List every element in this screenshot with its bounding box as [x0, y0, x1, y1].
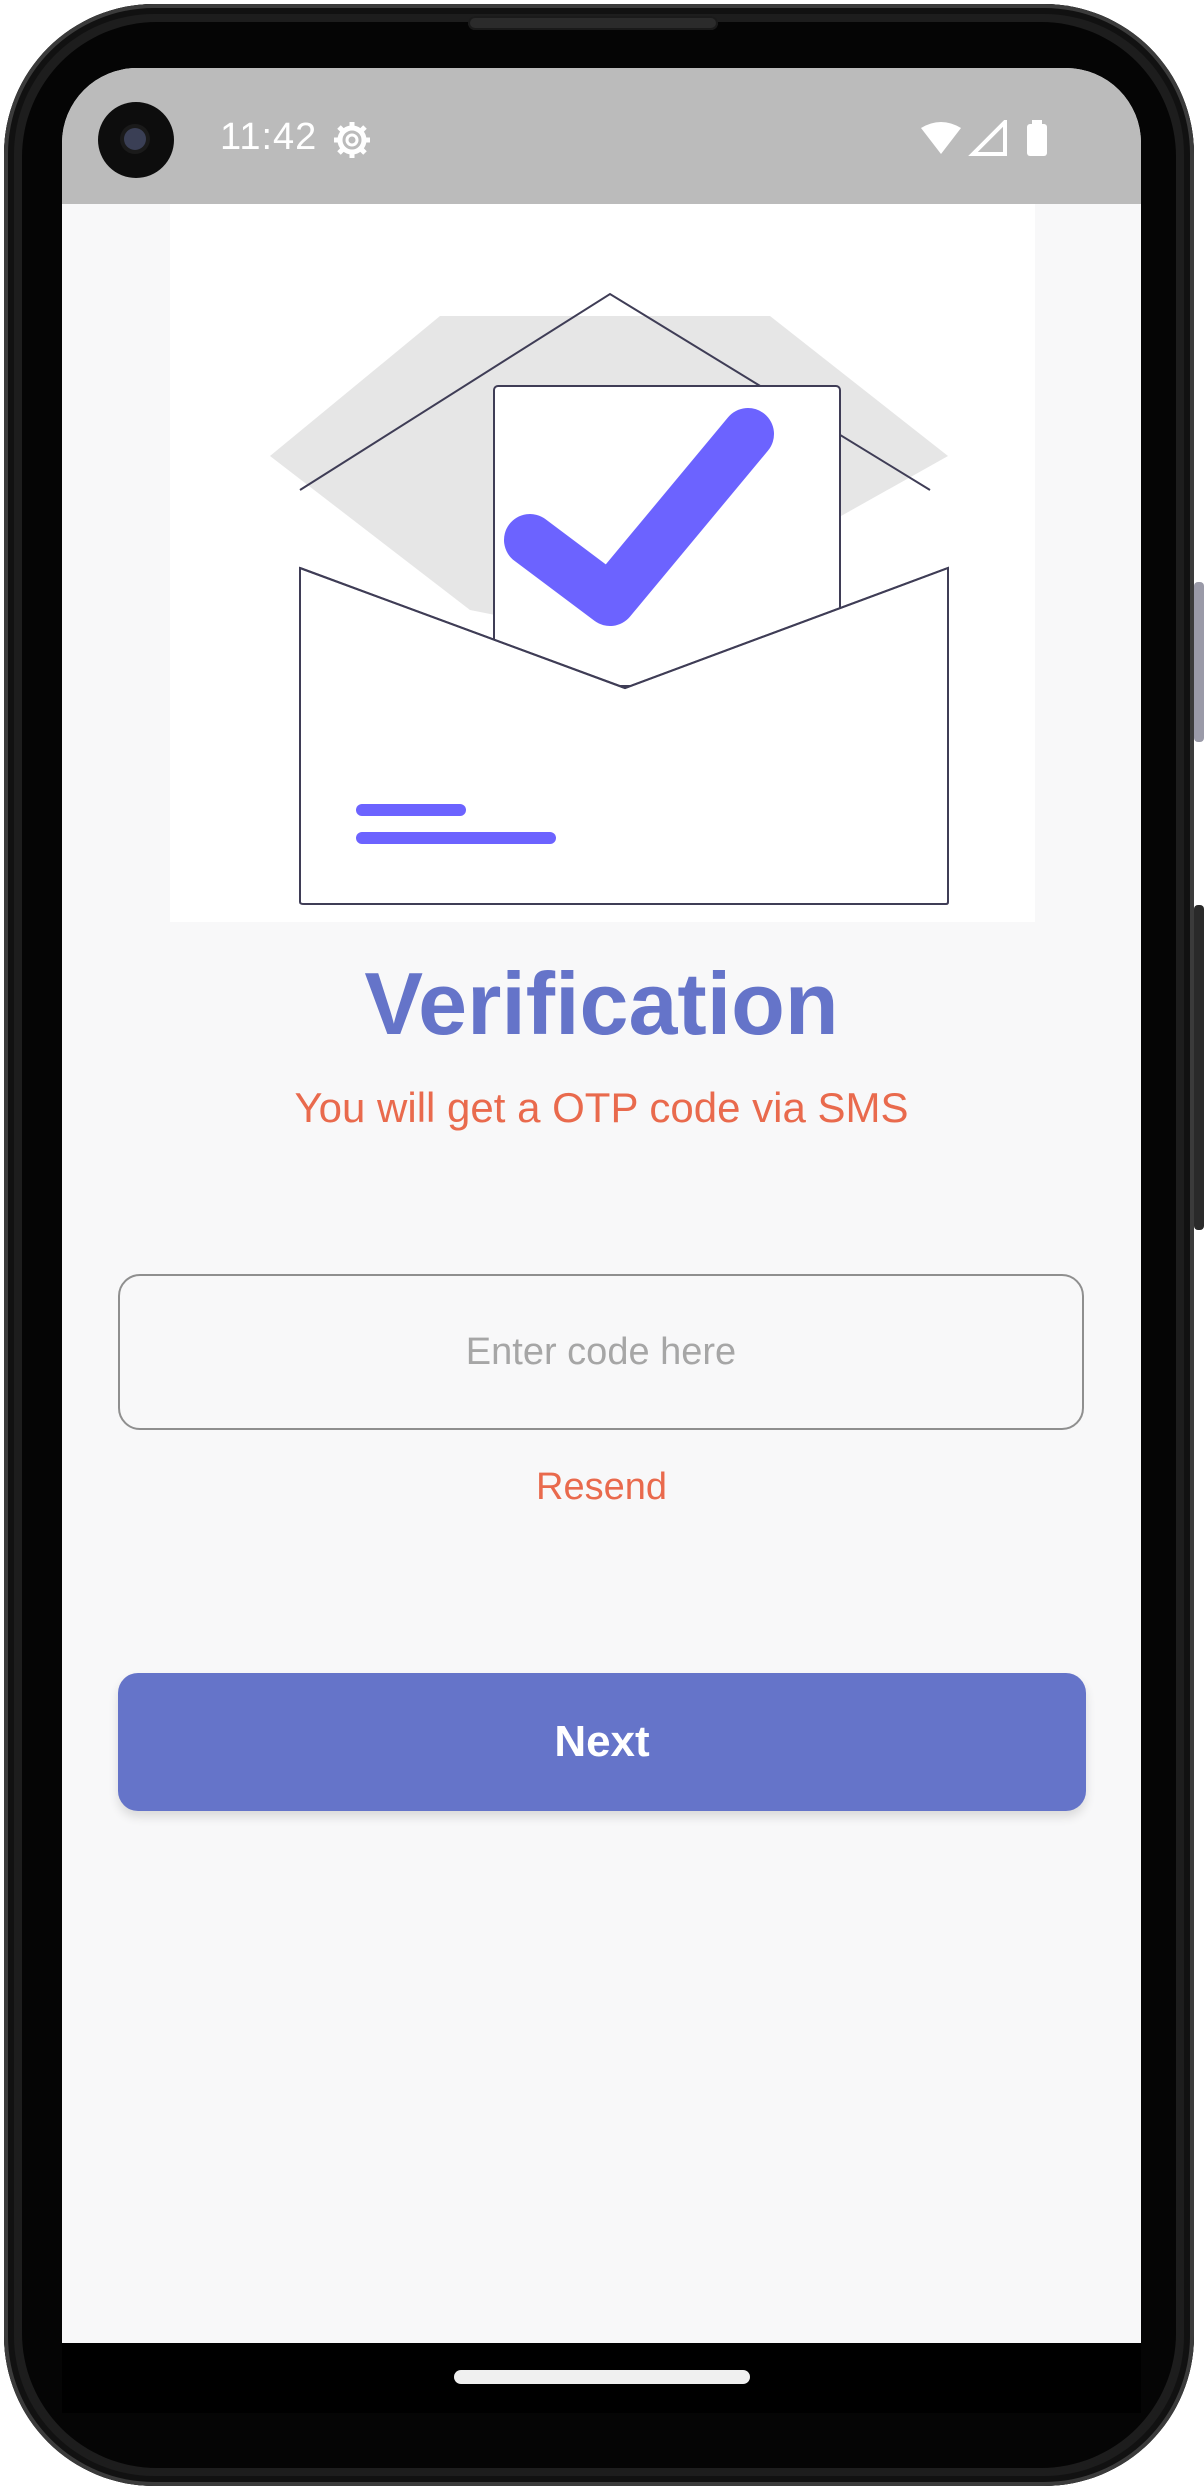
otp-code-input[interactable]	[118, 1274, 1084, 1430]
settings-gear-icon	[334, 122, 370, 158]
page-title: Verification	[364, 954, 839, 1053]
home-indicator[interactable]	[454, 2370, 750, 2384]
wifi-icon	[921, 122, 961, 154]
power-button	[1194, 905, 1204, 1230]
next-button[interactable]: Next	[118, 1673, 1086, 1811]
status-time: 11:42	[220, 116, 318, 158]
envelope-checkmark-illustration	[270, 292, 949, 905]
volume-button	[1194, 582, 1204, 742]
front-camera	[98, 102, 174, 178]
earpiece-speaker	[468, 16, 718, 30]
cellular-signal-icon	[968, 120, 1007, 156]
resend-row: Resend	[62, 1466, 1141, 1509]
illustration-panel	[170, 204, 1035, 922]
app-screen: 11:42 Verification You will get a OTP co…	[62, 68, 1141, 2343]
status-icons	[921, 120, 1047, 156]
page-subtitle: You will get a OTP code via SMS	[294, 1084, 909, 1131]
phone-frame: 11:42 Verification You will get a OTP co…	[0, 0, 1204, 2491]
battery-icon	[1027, 120, 1047, 156]
status-bar: 11:42	[62, 68, 1141, 204]
camera-lens	[124, 128, 146, 150]
resend-link[interactable]: Resend	[536, 1466, 667, 1508]
